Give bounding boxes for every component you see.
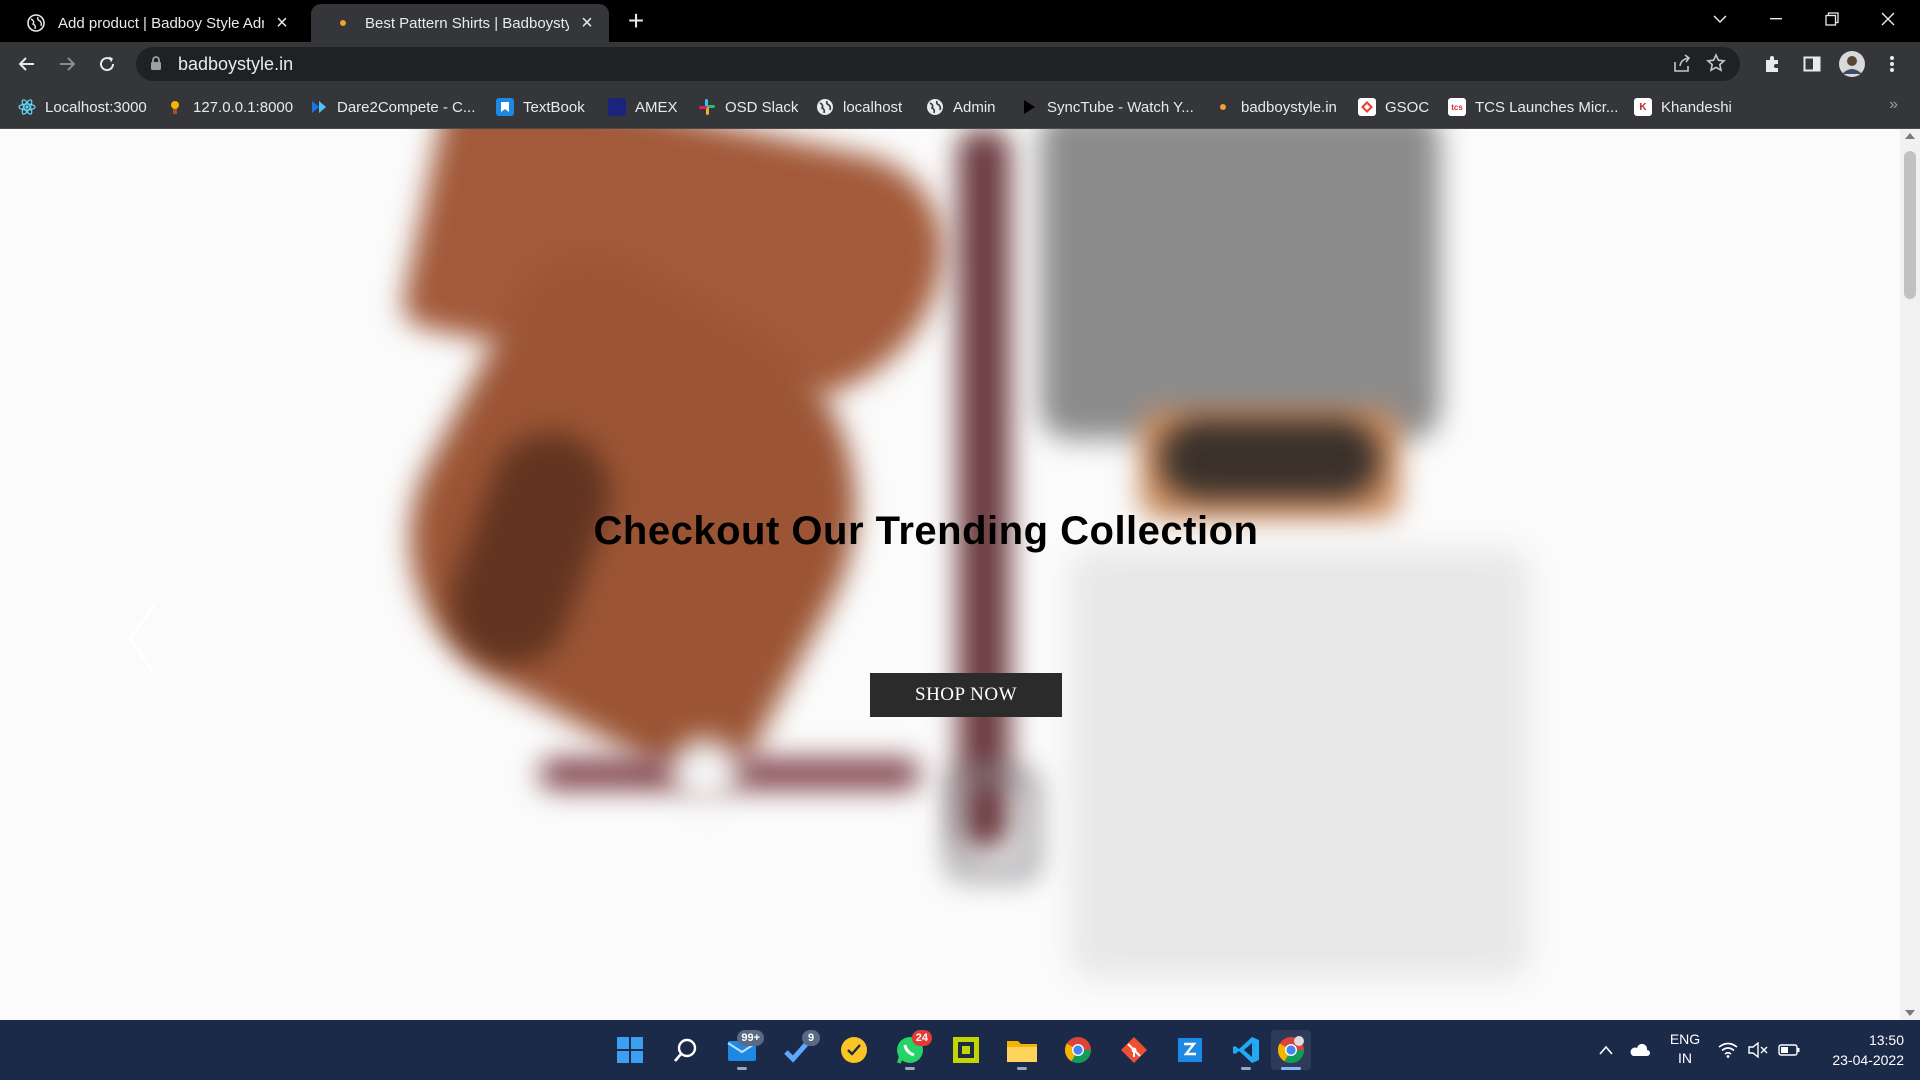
- sunglasses-image: [1160, 419, 1380, 499]
- bookmark-osd-slack[interactable]: OSD Slack: [698, 95, 798, 119]
- show-hidden-icons-icon[interactable]: [1598, 1020, 1614, 1080]
- onedrive-icon[interactable]: [1628, 1020, 1650, 1080]
- git-icon[interactable]: [1114, 1030, 1154, 1070]
- notes-icon[interactable]: [834, 1030, 874, 1070]
- book-icon: [496, 98, 514, 116]
- mail-icon[interactable]: 99+: [722, 1030, 764, 1070]
- django-icon: [166, 98, 184, 116]
- battery-icon[interactable]: [1778, 1020, 1800, 1080]
- bookmark-dare2compete[interactable]: Dare2Compete - C...: [310, 95, 475, 119]
- scroll-down-icon[interactable]: [1905, 1010, 1915, 1016]
- bookmark-localhost[interactable]: localhost: [816, 95, 902, 119]
- extensions-icon[interactable]: [1758, 50, 1786, 78]
- chrome-icon[interactable]: [1058, 1030, 1098, 1070]
- menu-dots-icon[interactable]: [1878, 50, 1906, 78]
- bookmark-tcs[interactable]: tcs TCS Launches Micr...: [1448, 95, 1618, 119]
- play-icon: [1020, 98, 1038, 116]
- lock-icon[interactable]: [150, 56, 162, 76]
- bookmark-textbook[interactable]: TextBook: [496, 95, 585, 119]
- shirt-image: [1070, 549, 1530, 979]
- close-icon[interactable]: ×: [577, 13, 597, 33]
- whatsapp-icon[interactable]: 24: [890, 1030, 932, 1070]
- react-icon: [18, 98, 36, 116]
- language-indicator[interactable]: ENG IN: [1668, 1030, 1702, 1068]
- bookmark-amex[interactable]: AMEX: [608, 95, 678, 119]
- folder-icon[interactable]: [1002, 1030, 1042, 1070]
- minimize-icon[interactable]: [1748, 0, 1804, 38]
- site-dot-icon: [1214, 98, 1232, 116]
- tab-title: Add product | Badboy Style Admin: [58, 14, 264, 32]
- forward-button[interactable]: [53, 50, 81, 78]
- hero-carousel: Checkout Our Trending Collection SHOP NO…: [0, 129, 1900, 1020]
- share-icon[interactable]: [1672, 54, 1692, 79]
- todo-icon[interactable]: 9: [778, 1030, 820, 1070]
- volume-muted-icon[interactable]: [1748, 1020, 1768, 1080]
- bookmarks-overflow-icon[interactable]: »: [1889, 96, 1898, 114]
- gsoc-icon: [1358, 98, 1376, 116]
- bookmark-khandeshi[interactable]: K Khandeshi: [1634, 95, 1732, 119]
- globe-icon: [816, 98, 834, 116]
- globe-icon: [26, 13, 46, 33]
- bookmark-star-icon[interactable]: [1706, 53, 1726, 78]
- restore-icon[interactable]: [1804, 0, 1860, 38]
- forward-arrow-icon: [60, 57, 76, 71]
- watch-face-image: [670, 739, 740, 809]
- bookmarks-bar: Localhost:3000 127.0.0.1:8000 Dare2Compe…: [0, 86, 1920, 129]
- back-button[interactable]: [13, 50, 41, 78]
- new-tab-button[interactable]: +: [622, 7, 650, 36]
- address-bar[interactable]: badboystyle.in: [136, 47, 1740, 81]
- app-grid-icon[interactable]: [946, 1030, 986, 1070]
- carousel-prev-arrow-icon[interactable]: [122, 599, 162, 679]
- profile-avatar[interactable]: [1838, 50, 1866, 78]
- tab-title: Best Pattern Shirts | Badboystyle: [365, 14, 569, 32]
- shop-now-button[interactable]: SHOP NOW: [870, 673, 1062, 717]
- amex-icon: [608, 98, 626, 116]
- mail-badge: 99+: [737, 1030, 764, 1046]
- editor-icon[interactable]: [1170, 1030, 1210, 1070]
- hero-heading: Checkout Our Trending Collection: [593, 509, 1259, 553]
- bookmark-localhost-3000[interactable]: Localhost:3000: [18, 95, 147, 119]
- page-scrollbar[interactable]: [1900, 129, 1920, 1020]
- k-icon: K: [1634, 98, 1652, 116]
- tab-admin[interactable]: Add product | Badboy Style Admin ×: [4, 4, 304, 42]
- globe-icon: [926, 98, 944, 116]
- reload-button[interactable]: [93, 50, 121, 78]
- d2c-icon: [310, 98, 328, 116]
- tab-badboystyle[interactable]: Best Pattern Shirts | Badboystyle ×: [311, 4, 609, 42]
- browser-toolbar: badboystyle.in: [0, 42, 1920, 86]
- clock-date: 23-04-2022: [1832, 1052, 1904, 1068]
- slack-icon: [698, 98, 716, 116]
- site-dot-icon: [333, 13, 353, 33]
- windows-taskbar: 99+ 9 24 ENG IN 13:50 23-04-2022: [0, 1020, 1920, 1080]
- vscode-icon[interactable]: [1226, 1030, 1266, 1070]
- bookmark-admin[interactable]: Admin: [926, 95, 996, 119]
- url-text[interactable]: badboystyle.in: [178, 54, 293, 75]
- tab-strip: Add product | Badboy Style Admin × Best …: [0, 0, 1920, 42]
- close-icon[interactable]: ×: [272, 13, 292, 33]
- bookmark-gsoc[interactable]: GSOC: [1358, 95, 1429, 119]
- bookmark-synctube[interactable]: SyncTube - Watch Y...: [1020, 95, 1194, 119]
- wifi-icon[interactable]: [1718, 1020, 1738, 1080]
- whatsapp-badge: 24: [911, 1030, 932, 1046]
- system-clock[interactable]: 13:50 23-04-2022: [1812, 1030, 1904, 1070]
- bookmark-badboystyle[interactable]: badboystyle.in: [1214, 95, 1337, 119]
- tcs-icon: tcs: [1448, 98, 1466, 116]
- back-arrow-icon: [18, 57, 34, 71]
- tab-search-icon[interactable]: [1692, 0, 1748, 38]
- scroll-thumb[interactable]: [1904, 151, 1916, 299]
- chrome-profile-icon[interactable]: [1271, 1030, 1311, 1070]
- clock-time: 13:50: [1868, 1032, 1904, 1048]
- close-window-icon[interactable]: [1860, 0, 1916, 38]
- sweater-image: [1040, 129, 1440, 439]
- belt-buckle-image: [948, 769, 1038, 879]
- belt-image: [958, 129, 1010, 849]
- side-panel-icon[interactable]: [1798, 50, 1826, 78]
- start-icon[interactable]: [610, 1030, 650, 1070]
- scroll-up-icon[interactable]: [1905, 133, 1915, 139]
- reload-icon: [100, 56, 115, 72]
- todo-badge: 9: [802, 1030, 820, 1046]
- bookmark-127-0-0-1[interactable]: 127.0.0.1:8000: [166, 95, 293, 119]
- search-icon[interactable]: [666, 1030, 706, 1070]
- page-viewport: Checkout Our Trending Collection SHOP NO…: [0, 129, 1900, 1020]
